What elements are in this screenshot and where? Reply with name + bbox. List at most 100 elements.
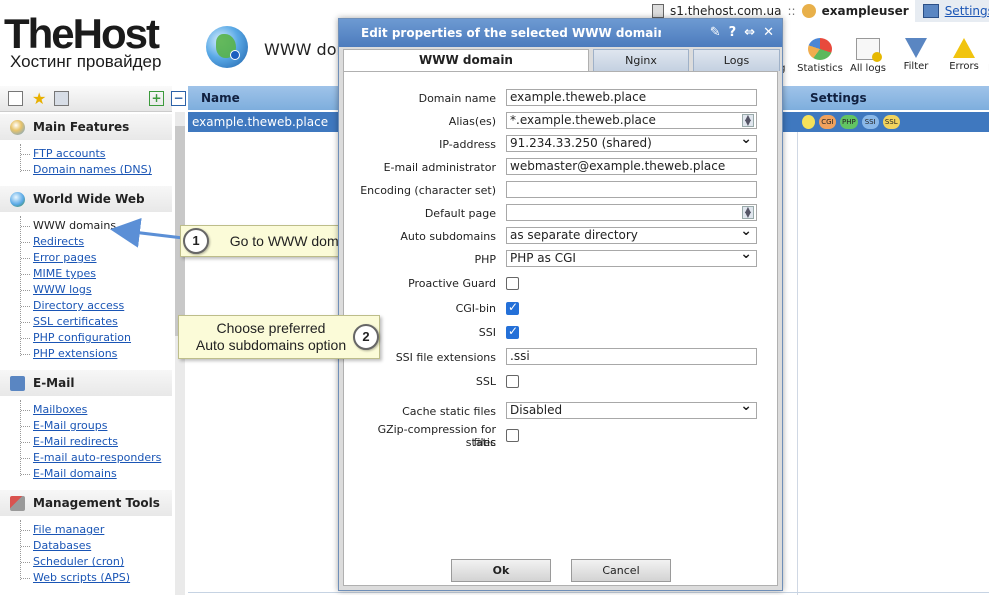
sidebar-item-ssl-certificates[interactable]: SSL certificates bbox=[21, 314, 172, 330]
close-icon[interactable]: ✕ bbox=[763, 19, 774, 47]
domain-name-input[interactable]: example.theweb.place bbox=[506, 89, 757, 106]
tools-icon bbox=[10, 495, 25, 511]
sidebar-item-scheduler[interactable]: Scheduler (cron) bbox=[21, 554, 172, 570]
default-page-input[interactable]: ▲ ▼ bbox=[506, 204, 757, 221]
sidebar-item-web-scripts[interactable]: Web scripts (APS) bbox=[21, 570, 172, 586]
main-features-icon bbox=[10, 119, 25, 135]
brand-logo: TheHost Хостинг провайдер bbox=[4, 13, 162, 71]
sidebar-item-databases[interactable]: Databases bbox=[21, 538, 172, 554]
briefcase-icon[interactable] bbox=[54, 91, 69, 106]
tab-logs[interactable]: Logs bbox=[693, 49, 780, 71]
settings-icon bbox=[922, 4, 939, 18]
group-header[interactable]: E-Mail bbox=[0, 370, 172, 396]
group-title: E-Mail bbox=[33, 376, 75, 390]
ip-address-select[interactable]: 91.234.33.250 (shared) bbox=[506, 135, 757, 152]
sidebar-item-email-groups[interactable]: E-Mail groups bbox=[21, 418, 172, 434]
sidebar-item-www-logs[interactable]: WWW logs bbox=[21, 282, 172, 298]
settings-tab[interactable]: Settings bbox=[914, 0, 989, 22]
column-divider bbox=[797, 132, 798, 595]
tab-www-domain[interactable]: WWW domain bbox=[343, 49, 589, 72]
ok-button[interactable]: Ok bbox=[451, 559, 551, 582]
sidebar-item-email-auto-responders[interactable]: E-mail auto-responders bbox=[21, 450, 172, 466]
collapse-all-icon[interactable]: − bbox=[171, 91, 186, 106]
resize-icon[interactable]: ⇔ bbox=[744, 19, 755, 47]
group-header[interactable]: Main Features bbox=[0, 114, 172, 140]
ssi-extensions-input[interactable]: .ssi bbox=[506, 348, 757, 365]
aliases-expand-icon[interactable]: ▲ ▼ bbox=[742, 114, 754, 127]
settings-link[interactable]: Settings bbox=[945, 4, 989, 18]
sidebar-item-redirects[interactable]: Redirects bbox=[21, 234, 172, 250]
ssi-checkbox[interactable] bbox=[506, 324, 519, 339]
main-toolbar: ing Statistics All logs Filter Errors R bbox=[770, 38, 989, 74]
favorites-star-icon[interactable]: ★ bbox=[32, 91, 47, 107]
group-world-wide-web: World Wide Web WWW domains Redirects Err… bbox=[0, 186, 172, 368]
email-admin-input[interactable]: webmaster@example.theweb.place bbox=[506, 158, 757, 175]
warning-icon bbox=[953, 38, 975, 58]
gzip-checkbox[interactable] bbox=[506, 429, 519, 442]
statistics-label: Statistics bbox=[797, 63, 843, 74]
statistics-button[interactable]: Statistics bbox=[796, 38, 844, 74]
ssi-badge: SSI bbox=[861, 115, 879, 129]
www-globe-icon bbox=[206, 26, 248, 68]
group-header[interactable]: Management Tools bbox=[0, 490, 172, 516]
ssi-label: SSI bbox=[478, 326, 496, 339]
cgi-bin-checkbox[interactable] bbox=[506, 300, 519, 315]
sidebar-item-mime-types[interactable]: MIME types bbox=[21, 266, 172, 282]
ip-address-label: IP-address bbox=[439, 138, 496, 151]
help-icon[interactable]: ? bbox=[729, 19, 737, 47]
aliases-label: Alias(es) bbox=[448, 115, 496, 128]
edit-domain-dialog: Edit properties of the selected WWW doma… bbox=[338, 18, 783, 591]
cache-static-select[interactable]: Disabled bbox=[506, 402, 757, 419]
dialog-form: Domain name example.theweb.place Alias(e… bbox=[343, 71, 778, 586]
gzip-label-line-2: files bbox=[473, 436, 496, 449]
sidebar-item-error-pages[interactable]: Error pages bbox=[21, 250, 172, 266]
logo-subtitle: Хостинг провайдер bbox=[10, 52, 162, 71]
sidebar-item-www-domains[interactable]: WWW domains bbox=[21, 218, 172, 234]
sidebar-item-directory-access[interactable]: Directory access bbox=[21, 298, 172, 314]
column-name-header[interactable]: Name bbox=[201, 91, 240, 105]
all-logs-label: All logs bbox=[849, 63, 887, 74]
proactive-guard-label: Proactive Guard bbox=[408, 277, 496, 290]
sidebar-item-email-redirects[interactable]: E-Mail redirects bbox=[21, 434, 172, 450]
group-header[interactable]: World Wide Web bbox=[0, 186, 172, 212]
sidebar-item-email-domains[interactable]: E-Mail domains bbox=[21, 466, 172, 482]
username[interactable]: exampleuser bbox=[822, 4, 909, 18]
auto-subdomains-label: Auto subdomains bbox=[400, 230, 496, 243]
email-icon bbox=[10, 375, 25, 391]
sidebar-item-domain-names[interactable]: Domain names (DNS) bbox=[21, 162, 172, 178]
sidebar-item-file-manager[interactable]: File manager bbox=[21, 522, 172, 538]
pin-icon[interactable]: ✎ bbox=[710, 19, 721, 47]
statistics-icon bbox=[808, 38, 832, 60]
cancel-button[interactable]: Cancel bbox=[571, 559, 671, 582]
globe-pin-icon bbox=[230, 50, 240, 60]
auto-subdomains-select[interactable]: as separate directory bbox=[506, 227, 757, 244]
list-view-icon[interactable] bbox=[8, 91, 23, 106]
user-icon bbox=[801, 4, 816, 18]
expand-all-icon[interactable]: + bbox=[149, 91, 164, 106]
php-select[interactable]: PHP as CGI bbox=[506, 250, 757, 267]
tab-nginx[interactable]: Nginx bbox=[593, 49, 689, 71]
aliases-value: *.example.theweb.place bbox=[510, 113, 656, 127]
errors-button[interactable]: Errors bbox=[940, 38, 988, 74]
column-settings-header[interactable]: Settings bbox=[810, 91, 867, 105]
ssl-checkbox[interactable] bbox=[506, 375, 519, 388]
sidebar-item-php-extensions[interactable]: PHP extensions bbox=[21, 346, 172, 362]
calculator-icon bbox=[652, 4, 664, 18]
filter-button[interactable]: Filter bbox=[892, 38, 940, 74]
encoding-input[interactable] bbox=[506, 181, 757, 198]
aliases-input[interactable]: *.example.theweb.place ▲ ▼ bbox=[506, 112, 757, 129]
dialog-title-bar[interactable]: Edit properties of the selected WWW doma… bbox=[339, 19, 782, 47]
default-page-expand-icon[interactable]: ▲ ▼ bbox=[742, 206, 754, 219]
sidebar-item-mailboxes[interactable]: Mailboxes bbox=[21, 402, 172, 418]
row-domain-name: example.theweb.place bbox=[192, 115, 329, 129]
proactive-guard-checkbox[interactable] bbox=[506, 277, 519, 290]
sidebar-item-php-configuration[interactable]: PHP configuration bbox=[21, 330, 172, 346]
all-logs-button[interactable]: All logs bbox=[844, 38, 892, 74]
encoding-label: Encoding (character set) bbox=[360, 184, 496, 197]
sidebar: ★ + − Main Features FTP accounts Domain … bbox=[0, 86, 186, 595]
sidebar-item-ftp-accounts[interactable]: FTP accounts bbox=[21, 146, 172, 162]
server-name: s1.thehost.com.ua bbox=[670, 4, 782, 18]
bulb-icon bbox=[802, 115, 815, 129]
group-title: World Wide Web bbox=[33, 192, 145, 206]
email-admin-label: E-mail administrator bbox=[383, 161, 496, 174]
